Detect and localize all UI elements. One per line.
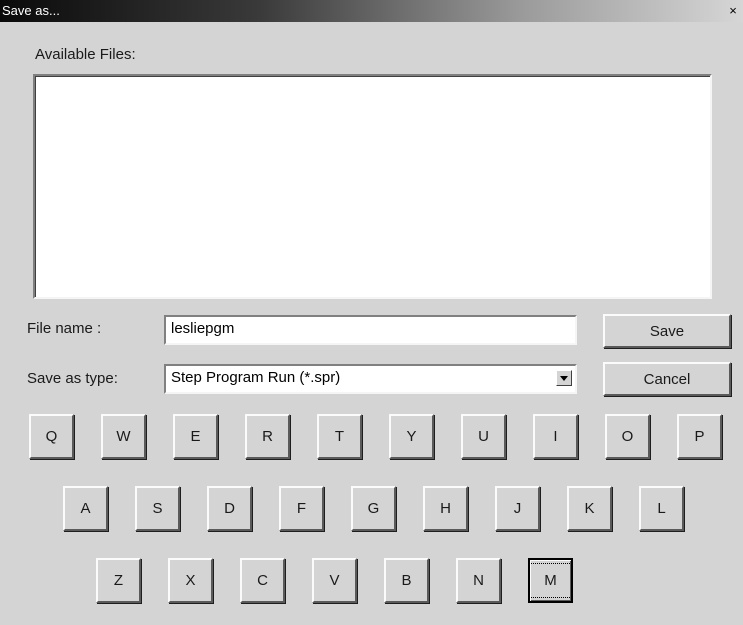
key-u[interactable]: U [461,414,506,459]
key-label: I [553,428,558,445]
key-e[interactable]: E [173,414,218,459]
key-label: J [513,500,522,517]
key-label: O [621,428,634,445]
dropdown-arrow-icon[interactable] [556,370,572,386]
key-label: Q [45,428,58,445]
key-label: N [473,572,484,589]
key-r[interactable]: R [245,414,290,459]
save-as-type-select[interactable]: Step Program Run (*.spr) [164,364,577,394]
key-label: X [185,572,196,589]
key-f[interactable]: F [279,486,324,531]
key-h[interactable]: H [423,486,468,531]
key-label: D [224,500,235,517]
key-s[interactable]: S [135,486,180,531]
key-label: P [694,428,705,445]
key-v[interactable]: V [312,558,357,603]
title-bar[interactable]: Save as... × [0,0,743,22]
key-z[interactable]: Z [96,558,141,603]
key-label: S [152,500,163,517]
key-w[interactable]: W [101,414,146,459]
key-k[interactable]: K [567,486,612,531]
key-label: F [296,500,307,517]
file-name-label: File name : [27,320,102,337]
save-as-type-value: Step Program Run (*.spr) [171,369,341,386]
key-q[interactable]: Q [29,414,74,459]
key-a[interactable]: A [63,486,108,531]
key-label: M [529,563,572,598]
key-label: Y [406,428,417,445]
key-p[interactable]: P [677,414,722,459]
key-j[interactable]: J [495,486,540,531]
key-n[interactable]: N [456,558,501,603]
available-files-label: Available Files: [35,46,136,63]
key-label: R [262,428,273,445]
key-label: K [584,500,595,517]
file-name-input[interactable]: lesliepgm [164,315,577,345]
key-o[interactable]: O [605,414,650,459]
key-label: Z [113,572,124,589]
key-label: C [257,572,268,589]
key-d[interactable]: D [207,486,252,531]
key-m[interactable]: M [528,558,573,603]
key-label: H [440,500,451,517]
key-x[interactable]: X [168,558,213,603]
key-b[interactable]: B [384,558,429,603]
key-i[interactable]: I [533,414,578,459]
close-icon[interactable]: × [725,3,741,18]
key-y[interactable]: Y [389,414,434,459]
key-t[interactable]: T [317,414,362,459]
key-label: V [329,572,340,589]
key-label: W [116,428,131,445]
key-c[interactable]: C [240,558,285,603]
save-button[interactable]: Save [603,314,731,348]
available-files-list[interactable] [33,74,712,299]
window-title: Save as... [2,3,60,18]
key-label: L [657,500,666,517]
key-label: E [190,428,201,445]
key-label: A [80,500,91,517]
cancel-button[interactable]: Cancel [603,362,731,396]
key-label: U [478,428,489,445]
key-l[interactable]: L [639,486,684,531]
key-label: B [401,572,412,589]
key-label: T [334,428,345,445]
key-g[interactable]: G [351,486,396,531]
save-as-type-label: Save as type: [27,370,118,387]
key-label: G [367,500,380,517]
